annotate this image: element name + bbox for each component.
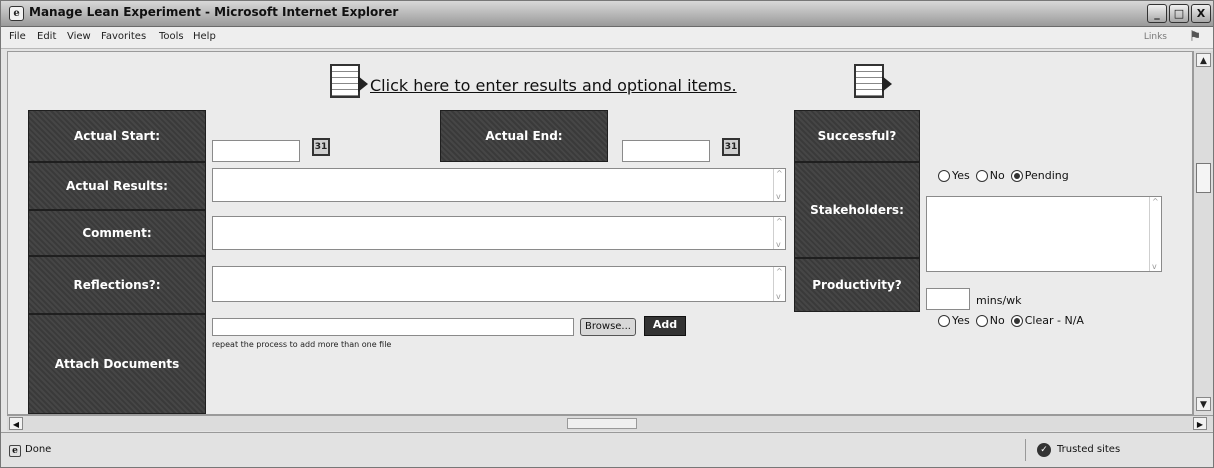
scroll-right-arrow-icon[interactable]: ▶: [1193, 417, 1207, 430]
window-title: Manage Lean Experiment - Microsoft Inter…: [29, 5, 399, 19]
status-bar: e Done ✓ Trusted sites: [1, 432, 1213, 467]
menu-tools[interactable]: Tools: [159, 31, 184, 42]
radio-icon[interactable]: [938, 169, 950, 182]
add-button[interactable]: Add: [644, 316, 686, 336]
successful-yes-label: Yes: [952, 169, 970, 182]
stakeholders-textarea[interactable]: [926, 196, 1162, 272]
radio-icon[interactable]: [975, 314, 988, 327]
productivity-clear-option[interactable]: Clear - N/A: [1010, 314, 1084, 327]
actual-results-textarea[interactable]: [212, 168, 786, 202]
scroll-left-arrow-icon[interactable]: ◀: [9, 417, 23, 430]
notepad-icon: [854, 64, 892, 98]
successful-no-label: No: [989, 169, 1005, 182]
maximize-button[interactable]: □: [1169, 4, 1189, 23]
actual-results-label: Actual Results:: [28, 162, 206, 210]
title-bar: e Manage Lean Experiment - Microsoft Int…: [1, 1, 1213, 27]
security-zone-text: Trusted sites: [1057, 444, 1121, 455]
comment-textarea[interactable]: [212, 216, 786, 250]
page-icon: e: [9, 445, 21, 457]
menu-edit[interactable]: Edit: [37, 31, 56, 42]
close-button[interactable]: X: [1191, 4, 1211, 23]
productivity-clear-label: Clear - N/A: [1024, 314, 1084, 327]
windows-logo-icon: ⚑: [1188, 29, 1202, 45]
radio-checked-icon[interactable]: [1010, 314, 1023, 327]
comment-label: Comment:: [28, 210, 206, 256]
attach-documents-label: Attach Documents: [28, 314, 206, 414]
results-link-text[interactable]: Click here to enter results and optional…: [370, 76, 737, 95]
calendar-icon[interactable]: 31: [722, 138, 740, 156]
radio-icon[interactable]: [938, 314, 950, 327]
links-toolbar[interactable]: Links: [1144, 32, 1167, 42]
scroll-thumb[interactable]: [567, 418, 637, 429]
actual-start-input[interactable]: [212, 140, 300, 162]
productivity-label: Productivity?: [794, 258, 920, 312]
textarea-scrollbar[interactable]: [773, 169, 785, 201]
results-link[interactable]: Click here to enter results and optional…: [330, 62, 892, 102]
scroll-down-arrow-icon[interactable]: ▼: [1196, 397, 1211, 411]
scroll-thumb[interactable]: [1196, 163, 1211, 193]
minimize-button[interactable]: _: [1147, 4, 1167, 23]
ie-icon: e: [9, 6, 24, 21]
actual-end-input[interactable]: [622, 140, 710, 162]
successful-radio-group: Yes No Pending: [938, 169, 1069, 182]
scroll-up-arrow-icon[interactable]: ▲: [1196, 53, 1211, 67]
attach-hint: repeat the process to add more than one …: [212, 340, 392, 349]
actual-end-label: Actual End:: [440, 110, 608, 162]
menu-file[interactable]: File: [9, 31, 26, 42]
successful-label: Successful?: [794, 110, 920, 162]
status-divider: [1025, 439, 1026, 461]
productivity-no-option[interactable]: No: [975, 314, 1005, 327]
menu-view[interactable]: View: [67, 31, 91, 42]
productivity-no-label: No: [989, 314, 1005, 327]
vertical-scrollbar[interactable]: ▲ ▼: [1193, 51, 1213, 415]
reflections-textarea[interactable]: [212, 266, 786, 302]
actual-start-label: Actual Start:: [28, 110, 206, 162]
menu-bar: File Edit View Favorites Tools Help Link…: [1, 27, 1213, 49]
calendar-icon[interactable]: 31: [312, 138, 330, 156]
successful-no-option[interactable]: No: [975, 169, 1005, 182]
reflections-label: Reflections?:: [28, 256, 206, 314]
successful-pending-option[interactable]: Pending: [1010, 169, 1069, 182]
menu-favorites[interactable]: Favorites: [101, 31, 146, 42]
file-path-input[interactable]: [212, 318, 574, 336]
radio-checked-icon[interactable]: [1010, 169, 1023, 182]
menu-help[interactable]: Help: [193, 31, 216, 42]
radio-icon[interactable]: [975, 169, 988, 182]
productivity-yes-option[interactable]: Yes: [938, 314, 970, 327]
notepad-icon: [330, 64, 368, 98]
textarea-scrollbar[interactable]: [773, 267, 785, 301]
productivity-yes-label: Yes: [952, 314, 970, 327]
browser-window: e Manage Lean Experiment - Microsoft Int…: [0, 0, 1214, 468]
successful-yes-option[interactable]: Yes: [938, 169, 970, 182]
minutes-unit-label: mins/wk: [976, 294, 1022, 307]
textarea-scrollbar[interactable]: [773, 217, 785, 249]
stakeholders-label: Stakeholders:: [794, 162, 920, 258]
horizontal-scrollbar[interactable]: ◀ ▶: [7, 415, 1213, 431]
browse-button[interactable]: Browse...: [580, 318, 636, 336]
page-content: Click here to enter results and optional…: [7, 51, 1193, 415]
productivity-radio-group: Yes No Clear - N/A: [938, 314, 1084, 327]
textarea-scrollbar[interactable]: [1149, 197, 1161, 271]
status-text: Done: [25, 444, 52, 455]
minutes-input[interactable]: [926, 288, 970, 310]
successful-pending-label: Pending: [1024, 169, 1069, 182]
checkmark-icon: ✓: [1037, 443, 1051, 457]
